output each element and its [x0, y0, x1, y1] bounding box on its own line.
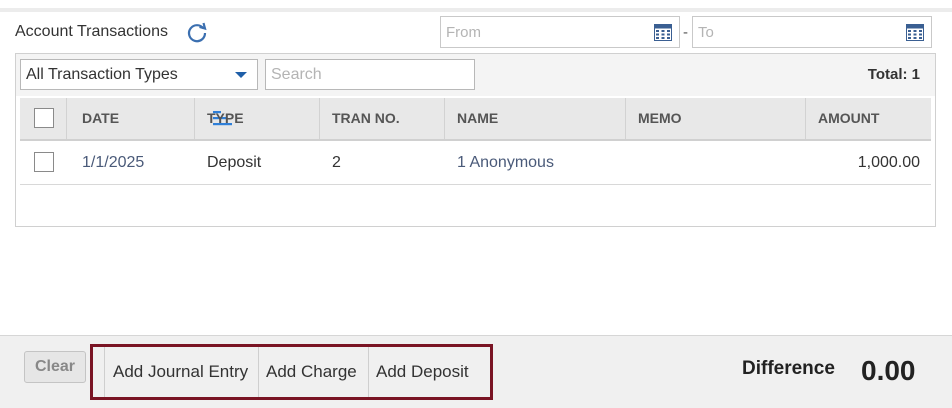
total-count: Total: 1: [867, 66, 920, 83]
cell-amount: 1,000.00: [857, 154, 920, 171]
column-header-label: TYPE: [207, 110, 244, 126]
table-row[interactable]: 1/1/2025 Deposit 2 1 Anonymous 1,000.00: [20, 141, 931, 185]
cell-date[interactable]: 1/1/2025: [82, 141, 144, 184]
from-date-placeholder: From: [446, 24, 481, 41]
calendar-icon[interactable]: [906, 24, 924, 41]
cell-name[interactable]: 1 Anonymous: [457, 141, 554, 184]
add-actions-group: Add Journal Entry Add Charge Add Deposit: [90, 344, 493, 400]
search-input[interactable]: Search: [265, 59, 475, 90]
column-header-amount[interactable]: AMOUNT: [805, 98, 931, 139]
top-divider: [0, 8, 952, 12]
cell-tran-no: 2: [332, 154, 341, 171]
date-range-separator: -: [683, 24, 688, 41]
column-header-label: AMOUNT: [818, 110, 880, 126]
add-charge-button[interactable]: Add Charge: [258, 347, 368, 397]
column-header-label: TRAN NO.: [332, 110, 400, 126]
column-header-type[interactable]: TYPE: [194, 98, 319, 139]
cell-type: Deposit: [207, 154, 262, 171]
search-placeholder: Search: [271, 66, 322, 83]
refresh-icon[interactable]: [186, 22, 208, 44]
to-date-placeholder: To: [698, 24, 714, 41]
footer-bar: Clear Add Journal Entry Add Charge Add D…: [0, 335, 952, 408]
chevron-down-icon: [235, 72, 247, 78]
filter-bar: All Transaction Types Search Total: 1: [16, 54, 935, 96]
to-date-input[interactable]: To: [692, 16, 932, 48]
table-header: DATE TYPE TRAN NO. NAME MEMO AMOUNT: [20, 98, 931, 141]
transaction-type-value: All Transaction Types: [26, 66, 178, 83]
clear-button[interactable]: Clear: [24, 351, 86, 383]
from-date-input[interactable]: From: [440, 16, 680, 48]
column-header-tran-no[interactable]: TRAN NO.: [319, 98, 444, 139]
transactions-panel: All Transaction Types Search Total: 1 DA…: [15, 53, 936, 227]
column-header-name[interactable]: NAME: [444, 98, 625, 139]
row-checkbox[interactable]: [34, 152, 54, 172]
select-all-checkbox[interactable]: [34, 108, 54, 128]
column-header-label: DATE: [82, 110, 120, 126]
column-header-memo[interactable]: MEMO: [625, 98, 805, 139]
calendar-icon[interactable]: [654, 24, 672, 41]
column-header-label: MEMO: [638, 110, 682, 126]
column-header-label: NAME: [457, 110, 499, 126]
difference-value: 0.00: [861, 355, 916, 386]
difference-label: Difference: [742, 358, 835, 379]
add-deposit-button[interactable]: Add Deposit: [368, 347, 488, 397]
add-journal-entry-button[interactable]: Add Journal Entry: [104, 347, 258, 397]
column-header-date[interactable]: DATE: [66, 98, 232, 139]
transaction-type-select[interactable]: All Transaction Types: [20, 59, 258, 90]
page-title: Account Transactions: [15, 23, 168, 40]
